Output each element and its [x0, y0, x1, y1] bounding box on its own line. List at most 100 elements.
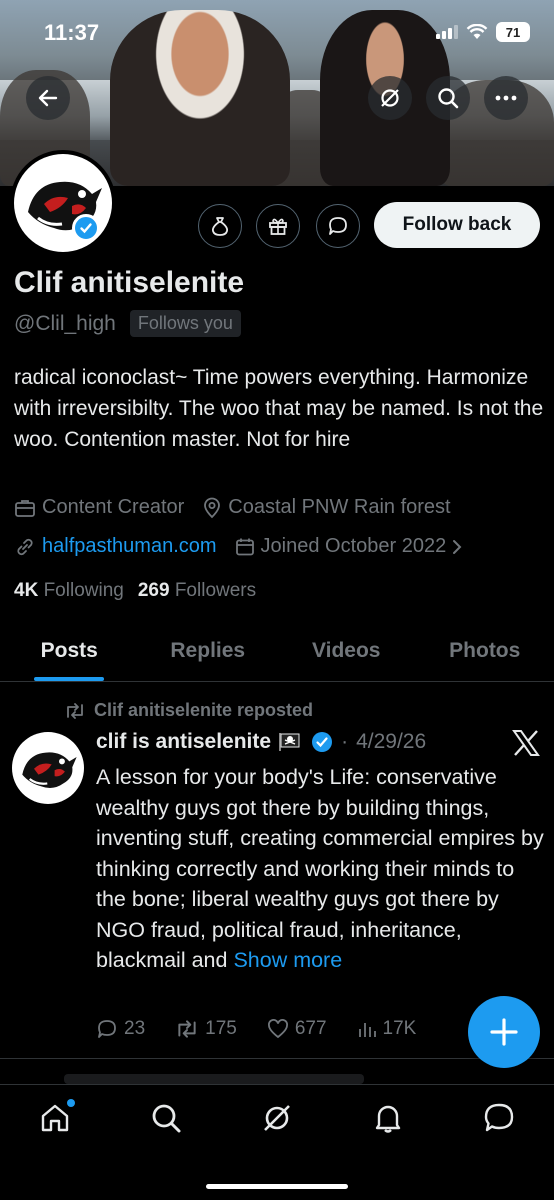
profile-meta-row: Content Creator Coastal PNW Rain forest — [14, 496, 451, 519]
search-icon — [152, 1104, 181, 1133]
profile-avatar[interactable] — [10, 150, 116, 256]
post-body[interactable]: A lesson for your body's Life: conservat… — [96, 762, 546, 976]
battery-indicator: 71 — [496, 22, 530, 42]
more-button[interactable] — [484, 76, 528, 120]
like-action[interactable]: 677 — [267, 1018, 327, 1040]
views-chart-icon — [358, 1023, 376, 1037]
follow-back-button[interactable]: Follow back — [374, 202, 540, 248]
status-time: 11:37 — [44, 20, 100, 45]
post-date: 4/29/26 — [356, 730, 427, 753]
pirate-flag-icon — [279, 733, 300, 751]
like-count: 677 — [294, 1018, 327, 1039]
message-button[interactable] — [316, 204, 360, 248]
following-label: Following — [43, 580, 124, 601]
back-button[interactable] — [26, 76, 70, 120]
profile-handle: @Clil_high — [14, 311, 116, 335]
website-item[interactable]: halfpasthuman.com — [14, 535, 217, 558]
profile-bio: radical iconoclast~ Time powers everythi… — [14, 366, 544, 451]
grok-icon — [381, 89, 399, 107]
plus-icon — [490, 1018, 518, 1046]
post-date-separator: · — [341, 730, 349, 753]
search-icon — [438, 88, 459, 109]
post-header: clif is antiselenite · 4/29/26 — [96, 730, 426, 754]
profile-tabs: Posts Replies Videos Photos — [0, 620, 554, 682]
reply-count: 23 — [124, 1018, 146, 1039]
following-link[interactable]: 4K Following — [14, 580, 124, 602]
link-icon — [17, 538, 33, 555]
gift-icon — [269, 218, 287, 235]
tip-button[interactable] — [198, 204, 242, 248]
views-action[interactable]: 17K — [357, 1018, 417, 1040]
chat-bubble-icon — [329, 217, 347, 235]
following-count: 4K — [14, 580, 39, 601]
chevron-right-icon — [453, 539, 462, 554]
post-text: A lesson for your body's Life: conservat… — [96, 765, 544, 972]
heart-icon — [267, 1019, 288, 1039]
location-pin-icon — [204, 497, 221, 518]
grok-button[interactable] — [368, 76, 412, 120]
raven-logo-icon — [22, 752, 77, 789]
nav-notifications[interactable] — [358, 1101, 418, 1153]
followers-count: 269 — [137, 580, 170, 601]
bottom-navigation — [0, 1084, 554, 1200]
tab-videos[interactable]: Videos — [277, 620, 416, 681]
bell-icon — [375, 1105, 400, 1133]
category-text: Content Creator — [42, 496, 185, 518]
repost-action[interactable]: 175 — [175, 1018, 237, 1040]
joined-text: Joined October 2022 — [260, 535, 447, 557]
tab-posts[interactable]: Posts — [0, 620, 139, 681]
location-text: Coastal PNW Rain forest — [228, 496, 451, 518]
views-count: 17K — [382, 1018, 417, 1039]
follow-counts: 4K Following 269 Followers — [14, 580, 256, 602]
wifi-icon — [466, 24, 488, 39]
raven-logo-icon — [28, 181, 102, 231]
post-actions: 23 175 677 17K — [96, 1018, 416, 1040]
gift-button[interactable] — [256, 204, 300, 248]
avatar-image — [14, 154, 112, 252]
home-icon — [42, 1104, 69, 1132]
nav-messages[interactable] — [469, 1101, 529, 1153]
more-icon — [495, 95, 517, 101]
compose-button[interactable] — [468, 996, 540, 1068]
search-button[interactable] — [426, 76, 470, 120]
repost-count: 175 — [205, 1018, 237, 1039]
back-arrow-icon — [38, 89, 58, 107]
category-item: Content Creator — [14, 496, 184, 519]
repost-text: Clif anitiselenite reposted — [94, 700, 314, 720]
follows-you-badge: Follows you — [129, 310, 241, 337]
reply-icon — [98, 1020, 116, 1038]
website-link[interactable]: halfpasthuman.com — [42, 535, 217, 558]
nav-search[interactable] — [136, 1101, 196, 1153]
chat-bubble-icon — [484, 1103, 513, 1132]
repost-icon — [67, 702, 83, 719]
nav-grok[interactable] — [247, 1101, 307, 1153]
post-author-avatar[interactable] — [12, 732, 84, 804]
calendar-icon — [235, 538, 254, 555]
handle-row: @Clil_high Follows you — [14, 310, 241, 337]
tab-replies[interactable]: Replies — [139, 620, 278, 681]
tab-photos[interactable]: Photos — [416, 620, 554, 681]
joined-item[interactable]: Joined October 2022 — [235, 535, 463, 558]
status-icons: 71 — [436, 22, 530, 42]
reply-action[interactable]: 23 — [96, 1018, 145, 1040]
notification-dot — [67, 1099, 76, 1107]
repost-icon — [178, 1020, 196, 1038]
grok-icon — [264, 1105, 290, 1131]
x-logo-icon — [512, 730, 540, 763]
home-indicator — [206, 1184, 348, 1189]
nav-home[interactable] — [25, 1099, 85, 1153]
show-more-link[interactable]: Show more — [233, 948, 342, 972]
followers-link[interactable]: 269 Followers — [138, 580, 256, 602]
post-author-name[interactable]: clif is antiselenite — [96, 730, 271, 754]
money-bag-icon — [211, 217, 229, 236]
profile-name: Clif anitiselenite — [14, 266, 245, 299]
location-item: Coastal PNW Rain forest — [202, 496, 451, 519]
repost-indicator: Clif anitiselenite reposted — [64, 700, 313, 721]
profile-meta-row-2: halfpasthuman.com Joined October 2022 — [14, 535, 462, 558]
followers-label: Followers — [174, 580, 257, 601]
briefcase-icon — [15, 499, 35, 517]
verified-badge-icon — [72, 214, 100, 242]
verified-badge-icon — [312, 732, 333, 752]
status-bar: 11:37 71 — [0, 0, 554, 66]
next-post-preview — [64, 1074, 364, 1084]
